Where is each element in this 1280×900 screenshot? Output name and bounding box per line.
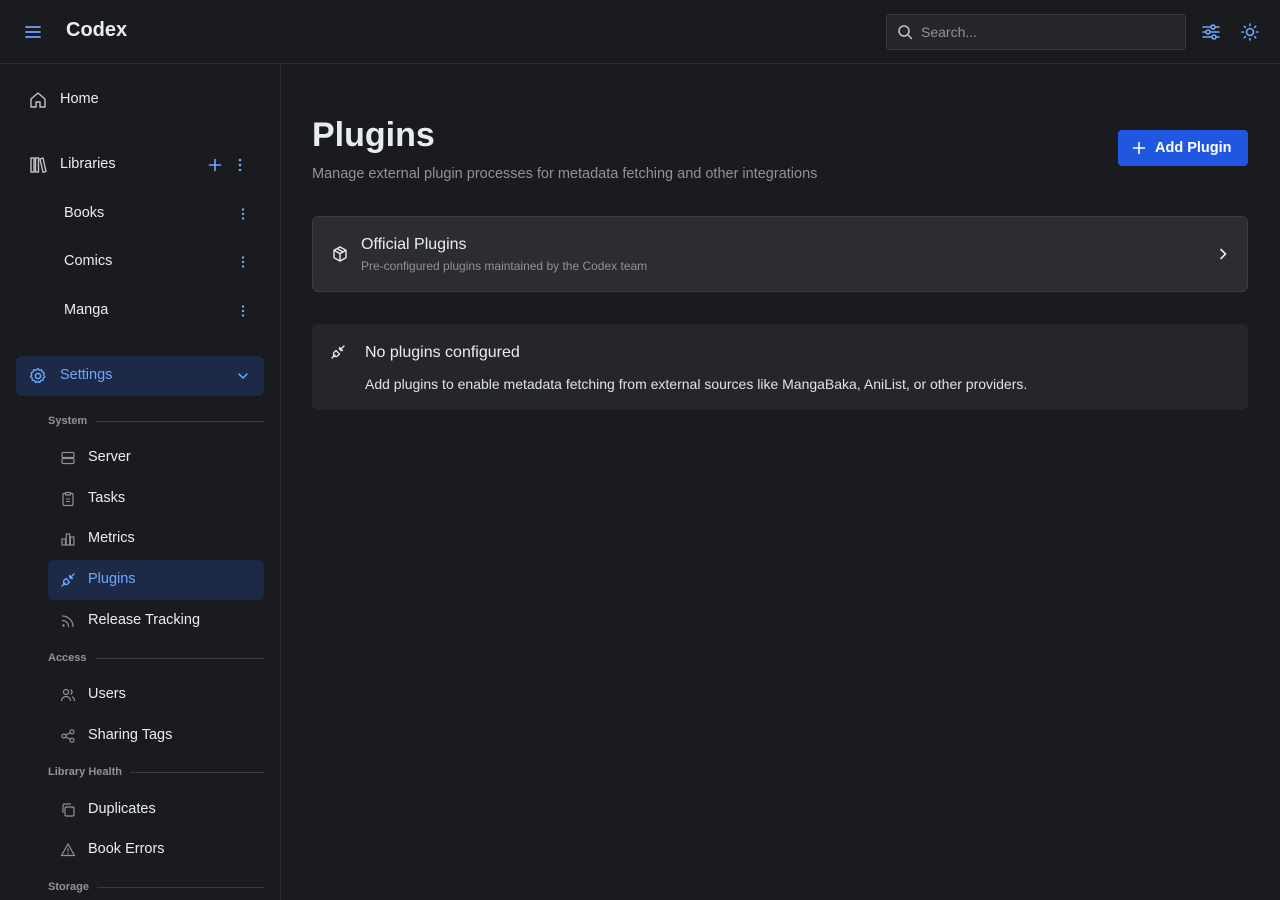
app-header: Codex	[0, 0, 1280, 64]
sidebar-item-duplicates[interactable]: Duplicates	[48, 790, 264, 830]
warning-icon	[60, 842, 76, 858]
sidebar-item-plugins[interactable]: Plugins	[48, 560, 264, 600]
add-library-button[interactable]	[207, 157, 223, 173]
sidebar-item-users[interactable]: Users	[48, 675, 264, 715]
main-content: Plugins Manage external plugin processes…	[281, 64, 1280, 900]
sidebar-item-label: Metrics	[88, 530, 135, 546]
theme-toggle-button[interactable]	[1238, 20, 1262, 44]
section-label-storage: Storage	[48, 881, 89, 893]
plus-icon	[1132, 141, 1146, 155]
package-icon	[331, 245, 349, 263]
sidebar-library-manga[interactable]: Manga	[16, 291, 264, 331]
section-divider	[97, 887, 264, 888]
sidebar-item-label: Libraries	[60, 156, 116, 172]
sidebar-item-book-errors[interactable]: Book Errors	[48, 830, 264, 870]
menu-icon[interactable]	[22, 21, 44, 43]
sidebar: Home Libraries Books Comics Manga Settin	[0, 64, 281, 900]
home-icon	[28, 90, 48, 110]
page-subtitle: Manage external plugin processes for met…	[312, 166, 818, 182]
sidebar-item-server[interactable]: Server	[48, 438, 264, 478]
sidebar-item-label: Release Tracking	[88, 612, 201, 628]
more-vertical-icon	[241, 305, 245, 317]
library-label: Books	[64, 205, 105, 221]
sidebar-item-label: Settings	[60, 367, 113, 383]
library-menu-button[interactable]	[235, 303, 251, 319]
section-label-system: System	[48, 415, 88, 427]
sidebar-item-libraries[interactable]: Libraries	[16, 145, 264, 185]
sidebar-item-label: Book Errors	[88, 841, 165, 857]
sidebar-item-release-tracking[interactable]: Release Tracking	[48, 601, 264, 641]
empty-state-title: No plugins configured	[365, 344, 520, 361]
sidebar-item-label: Tasks	[88, 490, 126, 506]
gear-icon	[28, 366, 48, 386]
sidebar-item-label: Home	[60, 91, 99, 107]
search-box[interactable]	[886, 14, 1186, 50]
share-icon	[60, 728, 76, 744]
page-title: Plugins	[312, 116, 435, 154]
more-vertical-icon	[238, 158, 242, 172]
section-label-access: Access	[48, 652, 87, 664]
empty-state-description: Add plugins to enable metadata fetching …	[365, 376, 1028, 392]
copy-icon	[60, 802, 76, 818]
more-vertical-icon	[241, 208, 245, 220]
library-label: Manga	[64, 302, 109, 318]
chevron-down-icon	[236, 369, 250, 383]
plus-icon	[208, 158, 222, 172]
add-plugin-label: Add Plugin	[1155, 140, 1232, 156]
sidebar-item-sharing-tags[interactable]: Sharing Tags	[48, 716, 264, 756]
empty-state-card: No plugins configured Add plugins to ena…	[312, 324, 1248, 410]
chevron-right-icon	[1215, 246, 1231, 262]
clipboard-icon	[60, 491, 76, 507]
users-icon	[60, 687, 76, 703]
plug-icon	[60, 572, 76, 588]
sidebar-library-books[interactable]: Books	[16, 194, 264, 234]
sidebar-item-metrics[interactable]: Metrics	[48, 519, 264, 559]
sidebar-item-tasks[interactable]: Tasks	[48, 479, 264, 519]
bar-chart-icon	[60, 531, 76, 547]
search-input[interactable]	[921, 15, 1181, 49]
app-title: Codex	[66, 19, 128, 41]
section-divider	[95, 658, 264, 659]
section-divider	[96, 421, 264, 422]
sun-icon	[1241, 23, 1259, 41]
sliders-icon	[1202, 24, 1220, 40]
library-icon	[28, 155, 48, 175]
more-vertical-icon	[241, 256, 245, 268]
add-plugin-button[interactable]: Add Plugin	[1118, 130, 1248, 166]
official-plugins-title: Official Plugins	[361, 236, 467, 253]
sidebar-item-home[interactable]: Home	[16, 80, 264, 120]
sidebar-library-comics[interactable]: Comics	[16, 242, 264, 282]
libraries-menu-button[interactable]	[232, 157, 248, 173]
plug-icon	[330, 344, 346, 360]
sidebar-item-label: Plugins	[88, 571, 136, 587]
filter-settings-button[interactable]	[1199, 20, 1223, 44]
rss-icon	[60, 613, 76, 629]
sidebar-item-settings[interactable]: Settings	[16, 356, 264, 396]
search-icon	[897, 24, 913, 40]
library-menu-button[interactable]	[235, 206, 251, 222]
sidebar-item-label: Sharing Tags	[88, 727, 173, 743]
official-plugins-card[interactable]: Official Plugins Pre-configured plugins …	[312, 216, 1248, 292]
sidebar-item-label: Server	[88, 449, 131, 465]
sidebar-item-label: Duplicates	[88, 801, 156, 817]
section-label-library-health: Library Health	[48, 766, 122, 778]
server-icon	[60, 450, 76, 466]
sidebar-item-label: Users	[88, 686, 126, 702]
library-menu-button[interactable]	[235, 254, 251, 270]
library-label: Comics	[64, 253, 113, 269]
official-plugins-subtitle: Pre-configured plugins maintained by the…	[361, 259, 648, 273]
section-divider	[130, 772, 264, 773]
